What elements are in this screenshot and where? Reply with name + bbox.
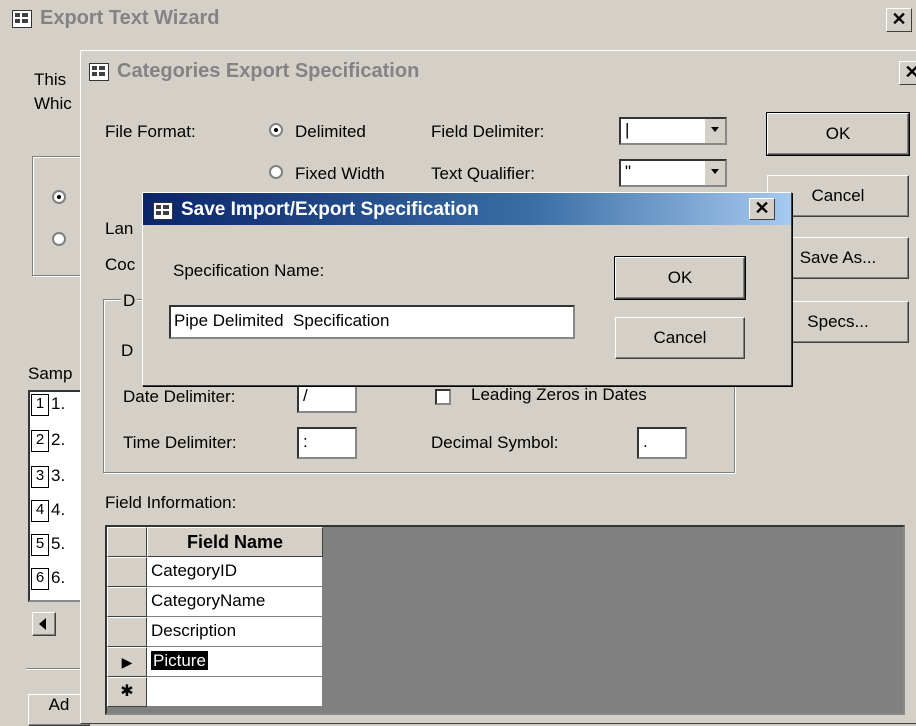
field-name-cell[interactable]: CategoryID <box>147 557 323 587</box>
access-form-icon <box>89 63 109 81</box>
sample-value-4: 4. <box>51 500 66 519</box>
desktop: { "wizard": { "title": "Export Text Wiza… <box>0 0 916 726</box>
dates-group-label: D <box>121 291 138 311</box>
wizard-sample-label: Samp <box>28 364 73 383</box>
row-selector[interactable] <box>107 617 147 647</box>
time-delimiter-input[interactable]: : <box>297 427 357 459</box>
access-form-icon <box>12 10 32 28</box>
sample-value-5: 5. <box>51 534 66 553</box>
field-name-cell-selected[interactable]: Picture <box>147 647 323 677</box>
chevron-down-icon[interactable] <box>704 161 725 185</box>
current-row-arrow-icon: ▶ <box>121 654 133 670</box>
sample-value-1: 1. <box>51 394 66 413</box>
delimited-label[interactable]: Delimited <box>295 122 366 142</box>
save-dialog-title: Save Import/Export Specification <box>181 199 479 220</box>
field-name-cell[interactable]: Description <box>147 617 323 647</box>
wizard-scroll-left-button[interactable] <box>32 612 56 636</box>
wizard-intro-line2: Whic <box>34 94 72 113</box>
save-dialog-ok-button[interactable]: OK <box>614 256 746 300</box>
new-record-cell[interactable] <box>147 677 323 707</box>
grid-corner <box>107 527 147 557</box>
delimited-radio[interactable] <box>269 123 283 137</box>
field-information-label: Field Information: <box>105 493 237 512</box>
field-name-cell[interactable]: CategoryName <box>147 587 323 617</box>
new-row-selector[interactable]: ✱ <box>107 677 147 707</box>
export-specification-window: Categories Export Specification ✕ File F… <box>80 50 916 724</box>
scroll-left-arrow-icon <box>39 618 46 630</box>
save-dialog-title-bar: Save Import/Export Specification ✕ <box>143 193 791 225</box>
sample-value-2: 2. <box>51 430 66 449</box>
field-delimiter-label: Field Delimiter: <box>431 122 545 141</box>
specification-name-input[interactable]: Pipe Delimited Specification <box>169 305 575 339</box>
wizard-title: Export Text Wizard <box>40 7 220 29</box>
fixed-width-radio[interactable] <box>269 165 283 179</box>
sample-row-1: 1 <box>31 394 49 416</box>
save-dialog-close-button[interactable]: ✕ <box>749 198 775 220</box>
field-delimiter-value: | <box>625 120 630 139</box>
wizard-title-bar: Export Text Wizard ✕ <box>0 0 916 36</box>
sample-row-5: 5 <box>31 534 49 556</box>
spec-close-button[interactable]: ✕ <box>899 61 916 85</box>
save-dialog-cancel-button[interactable]: Cancel <box>615 317 745 359</box>
text-qualifier-combo[interactable]: " <box>619 159 727 187</box>
sample-row-2: 2 <box>31 430 49 452</box>
field-delimiter-combo[interactable]: | <box>619 117 727 145</box>
wizard-separator <box>26 668 86 670</box>
row-selector[interactable] <box>107 557 147 587</box>
current-row-selector[interactable]: ▶ <box>107 647 147 677</box>
decimal-symbol-input[interactable]: . <box>637 427 687 459</box>
sample-row-6: 6 <box>31 568 49 590</box>
sample-row-3: 3 <box>31 466 49 488</box>
spec-ok-button[interactable]: OK <box>766 112 910 156</box>
sample-value-3: 3. <box>51 466 66 485</box>
leading-zeros-checkbox[interactable] <box>435 389 451 405</box>
field-name-column-header[interactable]: Field Name <box>147 527 323 557</box>
new-record-icon: ✱ <box>120 683 134 700</box>
wizard-intro-line1: This <box>34 70 67 89</box>
chevron-down-icon[interactable] <box>704 119 725 143</box>
fixed-width-label[interactable]: Fixed Width <box>295 164 385 184</box>
save-specification-dialog: Save Import/Export Specification ✕ Speci… <box>142 192 792 386</box>
spec-title: Categories Export Specification <box>117 60 420 82</box>
text-qualifier-value: " <box>625 162 632 181</box>
decimal-symbol-label: Decimal Symbol: <box>431 433 559 452</box>
wizard-close-button[interactable]: ✕ <box>886 8 912 32</box>
text-qualifier-label: Text Qualifier: <box>431 164 535 183</box>
time-delimiter-label: Time Delimiter: <box>123 433 237 452</box>
spec-title-bar: Categories Export Specification ✕ <box>81 51 916 85</box>
access-form-icon <box>153 202 173 220</box>
sample-row-4: 4 <box>31 500 49 522</box>
wizard-delimited-radio[interactable] <box>52 190 66 204</box>
sample-value-6: 6. <box>51 568 66 587</box>
field-information-grid[interactable]: Field Name CategoryID CategoryName Descr… <box>105 525 905 715</box>
wizard-fixed-width-radio[interactable] <box>52 232 66 246</box>
language-label: Lan <box>105 219 134 238</box>
code-page-label: Coc <box>105 255 136 274</box>
leading-zeros-label[interactable]: Leading Zeros in Dates <box>471 385 647 405</box>
date-order-label: D <box>121 341 134 360</box>
specification-name-label: Specification Name: <box>173 261 325 280</box>
row-selector[interactable] <box>107 587 147 617</box>
file-format-label: File Format: <box>105 122 196 141</box>
date-delimiter-label: Date Delimiter: <box>123 387 236 406</box>
